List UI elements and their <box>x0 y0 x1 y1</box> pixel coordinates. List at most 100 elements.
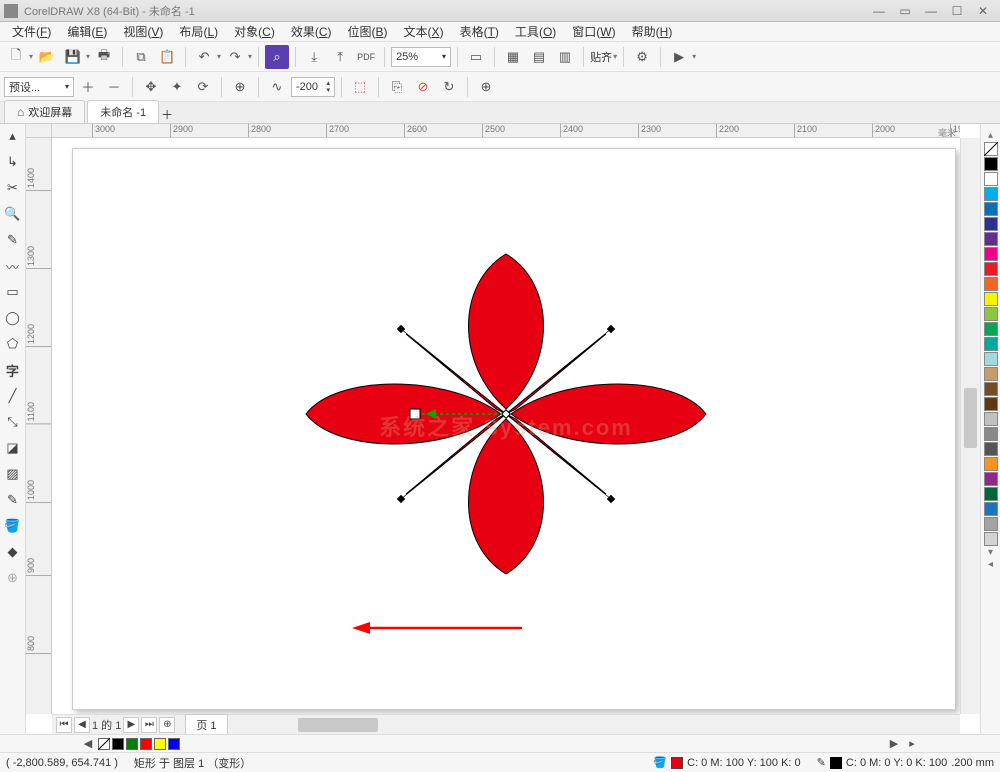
palette-swatch[interactable] <box>984 247 998 261</box>
palette-swatch[interactable] <box>984 292 998 306</box>
interactive-fill-tool[interactable]: 🪣 <box>3 516 23 536</box>
doc-palette-none[interactable] <box>98 738 110 750</box>
pick-tool[interactable]: ▴ <box>3 126 23 146</box>
menu-file[interactable]: 文件(F) <box>4 21 59 42</box>
print-button[interactable]: 🖶 <box>92 45 116 69</box>
undo-button[interactable]: ↶▾ <box>192 45 221 69</box>
palette-swatch[interactable] <box>984 382 998 396</box>
last-page-button[interactable]: ⏭ <box>141 717 157 733</box>
search-content-button[interactable]: ⌕ <box>265 45 289 69</box>
remove-preset-button[interactable]: － <box>102 75 126 99</box>
palette-swatch[interactable] <box>984 217 998 231</box>
doc-palette-flyout-button[interactable]: ▸ <box>904 737 920 750</box>
menu-table[interactable]: 表格(T) <box>452 21 507 42</box>
restore-inner-button[interactable]: ▭ <box>892 2 918 20</box>
maximize-button[interactable]: ☐ <box>944 2 970 20</box>
fullscreen-button[interactable]: ▭ <box>464 45 488 69</box>
menu-layout[interactable]: 布局(L) <box>171 21 226 42</box>
doc-palette-swatch[interactable] <box>126 738 138 750</box>
shape-tool[interactable]: ↳ <box>3 152 23 172</box>
menu-help[interactable]: 帮助(H) <box>624 21 681 42</box>
doc-palette-swatch[interactable] <box>140 738 152 750</box>
doc-palette-right-button[interactable]: ▶ <box>886 737 902 750</box>
first-page-button[interactable]: ⏮ <box>56 717 72 733</box>
palette-swatch[interactable] <box>984 322 998 336</box>
menu-text[interactable]: 文本(X) <box>396 21 452 42</box>
next-page-button[interactable]: ▶ <box>123 717 139 733</box>
palette-swatch[interactable] <box>984 487 998 501</box>
palette-up-button[interactable]: ▴ <box>988 130 993 141</box>
palette-swatch[interactable] <box>984 502 998 516</box>
extra-button[interactable]: ⊕ <box>474 75 498 99</box>
menu-object[interactable]: 对象(C) <box>226 21 283 42</box>
doc-palette-left-button[interactable]: ◀ <box>80 737 96 750</box>
menu-window[interactable]: 窗口(W) <box>564 21 623 42</box>
open-button[interactable]: 📂 <box>35 45 59 69</box>
menu-edit[interactable]: 编辑(E) <box>59 21 115 42</box>
ellipse-tool[interactable]: ◯ <box>3 308 23 328</box>
palette-swatch[interactable] <box>984 307 998 321</box>
new-button[interactable]: 🗋▾ <box>4 45 33 69</box>
options-button[interactable]: ⚙ <box>630 45 654 69</box>
palette-swatch[interactable] <box>984 232 998 246</box>
doc-palette-swatch[interactable] <box>112 738 124 750</box>
palette-swatch[interactable] <box>984 457 998 471</box>
export-button[interactable]: ⤒ <box>328 45 352 69</box>
palette-swatch[interactable] <box>984 412 998 426</box>
palette-swatch[interactable] <box>984 367 998 381</box>
paste-button[interactable]: 📋 <box>155 45 179 69</box>
show-grid-button[interactable]: ▤ <box>527 45 551 69</box>
palette-swatch[interactable] <box>984 397 998 411</box>
redo-button[interactable]: ↷▾ <box>223 45 252 69</box>
copy-distortion-button[interactable]: ⎘ <box>385 75 409 99</box>
add-page-button[interactable]: ⊕ <box>159 717 175 733</box>
outline-indicator[interactable]: ✎ C: 0 M: 0 Y: 0 K: 100 .200 mm <box>817 756 994 769</box>
drop-shadow-tool[interactable]: ◪ <box>3 438 23 458</box>
add-preset-button[interactable]: ＋ <box>76 75 100 99</box>
menu-view[interactable]: 视图(V) <box>115 21 171 42</box>
amplitude-input[interactable]: -200▴▾ <box>291 77 335 97</box>
artwork-flower[interactable] <box>226 214 786 614</box>
artistic-media-tool[interactable]: 〰 <box>3 256 23 276</box>
zoom-tool[interactable]: 🔍 <box>3 204 23 224</box>
palette-swatch[interactable] <box>984 442 998 456</box>
publish-pdf-button[interactable]: PDF <box>354 45 378 69</box>
zipper-button[interactable]: ✦ <box>165 75 189 99</box>
ruler-origin[interactable] <box>26 124 52 138</box>
palette-swatch[interactable] <box>984 202 998 216</box>
palette-swatch[interactable] <box>984 337 998 351</box>
menu-tools[interactable]: 工具(O) <box>507 21 564 42</box>
menu-effects[interactable]: 效果(C) <box>283 21 340 42</box>
smart-fill-tool[interactable]: ◆ <box>3 542 23 562</box>
connector-tool[interactable]: ⤡ <box>3 412 23 432</box>
palette-swatch[interactable] <box>984 532 998 546</box>
transparency-tool[interactable]: ▨ <box>3 464 23 484</box>
prev-page-button[interactable]: ◀ <box>74 717 90 733</box>
minimize-inner-button[interactable]: — <box>866 2 892 20</box>
doc-palette-swatch[interactable] <box>168 738 180 750</box>
horizontal-scrollbar[interactable] <box>238 718 960 732</box>
vertical-scrollbar[interactable] <box>960 138 980 714</box>
canvas[interactable]: 系统之家 System.com <box>52 138 960 714</box>
fill-indicator[interactable]: 🪣 C: 0 M: 100 Y: 100 K: 0 <box>653 756 800 769</box>
horizontal-ruler[interactable]: 毫米 3000 2900 2800 2700 2600 2500 2400 23… <box>52 124 960 138</box>
clear-distortion-button[interactable]: ⊘ <box>411 75 435 99</box>
palette-swatch[interactable] <box>984 172 998 186</box>
save-button[interactable]: 💾▾ <box>61 45 90 69</box>
palette-down-button[interactable]: ▾ <box>988 547 993 558</box>
palette-swatch[interactable] <box>984 157 998 171</box>
vertical-ruler[interactable]: 1400 1300 1200 1100 1000 900 800 <box>26 138 52 714</box>
freehand-tool[interactable]: ✎ <box>3 230 23 250</box>
rectangle-tool[interactable]: ▭ <box>3 282 23 302</box>
doc-palette-swatch[interactable] <box>154 738 166 750</box>
quick-customize-button[interactable]: ⊕ <box>3 568 23 588</box>
add-new-distortion-button[interactable]: ⬚ <box>348 75 372 99</box>
zoom-level-combo[interactable]: 25%▾ <box>391 47 451 67</box>
import-button[interactable]: ⤓ <box>302 45 326 69</box>
text-tool[interactable]: 字 <box>3 360 23 380</box>
copy-button[interactable]: ⧉ <box>129 45 153 69</box>
launch-button[interactable]: ▶▾ <box>667 45 696 69</box>
twister-button[interactable]: ⟳ <box>191 75 215 99</box>
center-distortion-button[interactable]: ⊕ <box>228 75 252 99</box>
push-pull-button[interactable]: ✥ <box>139 75 163 99</box>
